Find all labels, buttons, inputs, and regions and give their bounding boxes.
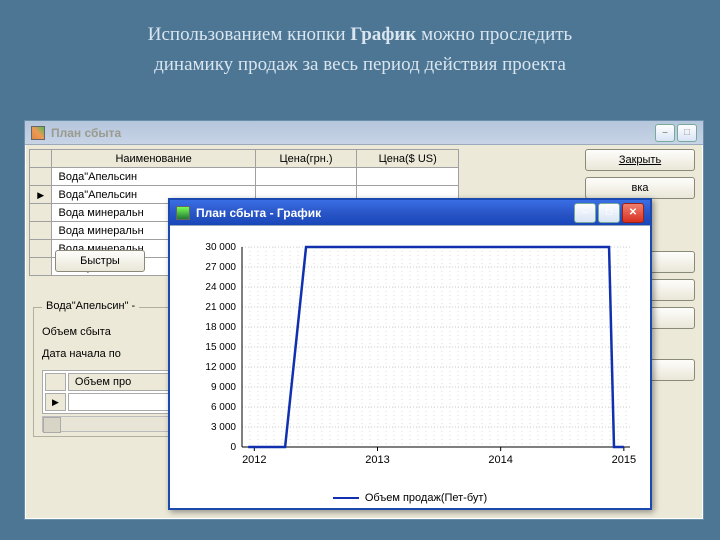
titlebar[interactable]: План сбыта – □ <box>25 121 703 145</box>
legend-line-icon <box>333 497 359 499</box>
legend-text: Объем продаж(Пет-бут) <box>365 492 487 504</box>
caption-part2: можно проследить <box>416 24 572 45</box>
chart-maximize-button[interactable]: □ <box>598 203 620 223</box>
caption-part1: Использованием кнопки <box>148 24 351 45</box>
svg-text:21 000: 21 000 <box>205 302 236 313</box>
svg-text:27 000: 27 000 <box>205 262 236 273</box>
groupbox-title: Вода"Апельсин" - <box>42 300 139 312</box>
maximize-button[interactable]: □ <box>677 124 697 142</box>
chart-window: План сбыта - График – □ ✕ 0 3 000 6 000 9 0… <box>168 198 652 510</box>
side-button[interactable]: вка <box>585 177 695 199</box>
slide-caption: Использованием кнопки График можно просл… <box>0 0 720 87</box>
row-pointer-icon: ▶ <box>37 190 44 200</box>
close-button[interactable]: Закрыть <box>585 149 695 171</box>
col-price-grn: Цена(грн.) <box>255 150 357 168</box>
chart-titlebar[interactable]: План сбыта - График – □ ✕ <box>170 200 650 226</box>
svg-text:12 000: 12 000 <box>205 362 236 373</box>
svg-text:0: 0 <box>230 442 236 453</box>
chart-app-icon <box>176 206 190 220</box>
caption-line2: динамику продаж за весь период действия … <box>154 54 566 75</box>
svg-text:3 000: 3 000 <box>211 422 236 433</box>
svg-text:15 000: 15 000 <box>205 342 236 353</box>
row-pointer-icon: ▶ <box>52 397 59 407</box>
svg-text:6 000: 6 000 <box>211 402 236 413</box>
svg-text:18 000: 18 000 <box>205 322 236 333</box>
svg-text:2012: 2012 <box>242 454 266 466</box>
quick-button[interactable]: Быстры <box>55 250 145 272</box>
minimize-button[interactable]: – <box>655 124 675 142</box>
chart-plot: 0 3 000 6 000 9 000 12 000 15 000 18 000 21 000… <box>180 234 640 480</box>
svg-text:2015: 2015 <box>612 454 636 466</box>
chart-legend: Объем продаж(Пет-бут) <box>170 492 650 504</box>
chart-window-title: План сбыта - График <box>196 206 568 220</box>
corner-cell <box>30 150 52 168</box>
table-row[interactable]: Вода"Апельсин <box>30 168 459 186</box>
svg-text:9 000: 9 000 <box>211 382 236 393</box>
svg-text:2013: 2013 <box>365 454 389 466</box>
caption-bold: График <box>350 24 416 45</box>
svg-text:24 000: 24 000 <box>205 282 236 293</box>
window-title: План сбыта <box>51 126 649 140</box>
svg-text:2014: 2014 <box>488 454 512 466</box>
svg-text:30 000: 30 000 <box>205 242 236 253</box>
chart-svg: 0 3 000 6 000 9 000 12 000 15 000 18 000 21 000… <box>180 234 640 480</box>
col-name: Наименование <box>52 150 255 168</box>
chart-minimize-button[interactable]: – <box>574 203 596 223</box>
chart-close-button[interactable]: ✕ <box>622 203 644 223</box>
col-price-usd: Цена($ US) <box>357 150 459 168</box>
app-icon <box>31 126 45 140</box>
